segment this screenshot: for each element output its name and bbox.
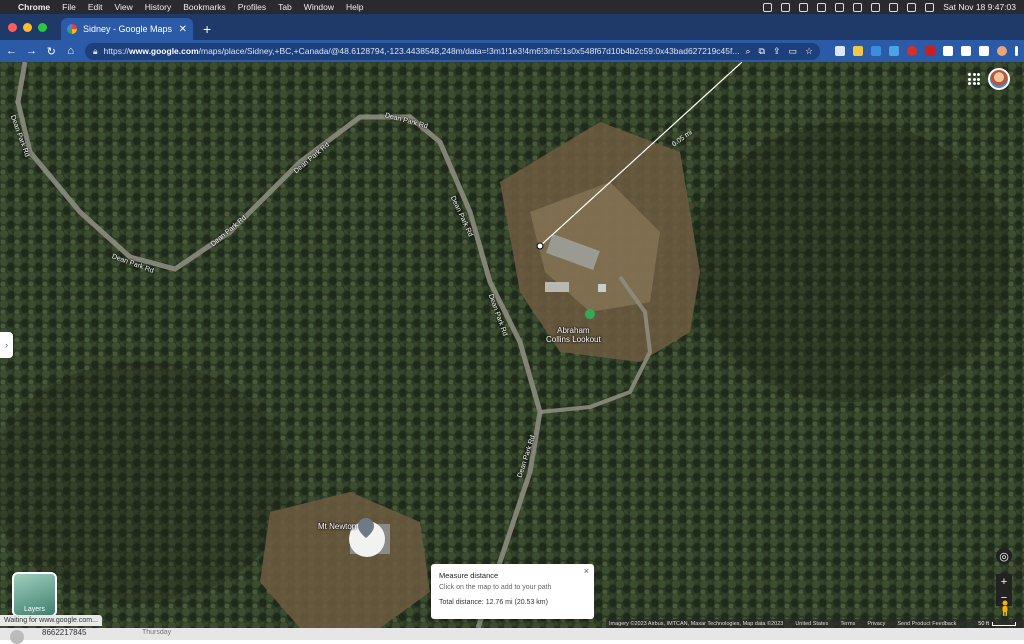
menu-edit[interactable]: Edit	[88, 2, 103, 12]
mac-menu-bar: Chrome File Edit View History Bookmarks …	[0, 0, 1024, 14]
install-icon[interactable]: ⧉	[759, 46, 765, 57]
scale-label: 50 ft	[978, 620, 989, 627]
back-button[interactable]: ←	[6, 45, 17, 57]
address-bar[interactable]: 🔒︎ https://www.google.com/maps/place/Sid…	[85, 42, 820, 60]
place-label-abraham-collins[interactable]: Abraham Collins Lookout	[546, 326, 601, 344]
close-window-button[interactable]	[8, 22, 17, 32]
docs-extension-icon[interactable]	[835, 46, 845, 56]
forward-button[interactable]: →	[26, 45, 37, 57]
extension-cloud-icon[interactable]	[889, 46, 899, 56]
tab-google-maps[interactable]: Sidney - Google Maps ✕	[61, 18, 193, 40]
contact-avatar	[10, 630, 24, 644]
attrib-link-united-states[interactable]: United States	[795, 621, 828, 627]
lock-icon[interactable]: 🔒︎	[93, 46, 98, 57]
headphones-icon[interactable]	[799, 2, 809, 12]
satellite-map[interactable]: Dean Park Rd Dean Park Rd Dean Park Rd D…	[0, 62, 1024, 628]
measure-total: Total distance: 12.76 mi (20.53 km)	[439, 599, 548, 606]
attrib-link-terms[interactable]: Terms	[840, 621, 855, 627]
maps-favicon-icon	[67, 24, 77, 34]
notification-icon[interactable]	[763, 2, 773, 12]
profile-avatar-icon[interactable]	[997, 46, 1007, 56]
bookmark-star-icon[interactable]: ☆	[805, 46, 813, 57]
minimize-window-button[interactable]	[23, 22, 32, 32]
menu-help[interactable]: Help	[346, 2, 363, 12]
phone-number: 8662217845	[42, 628, 87, 637]
menu-app-name[interactable]: Chrome	[18, 2, 50, 12]
menu-bookmarks[interactable]: Bookmarks	[183, 2, 226, 12]
tab-strip: Sidney - Google Maps ✕ +	[0, 14, 1024, 40]
day-label: Thursday	[142, 629, 172, 636]
window-controls	[8, 14, 47, 40]
reading-list-icon[interactable]	[961, 46, 971, 56]
maximize-window-button[interactable]	[38, 22, 47, 32]
tab-title: Sidney - Google Maps	[83, 24, 173, 34]
map-attribution: Imagery ©2023 Airbus, IMTCAN, Maxar Tech…	[606, 619, 1024, 628]
measure-title: Measure distance	[439, 571, 499, 580]
measure-hint: Click on the map to add to your path	[439, 584, 552, 591]
url-host: www.google.com	[129, 46, 199, 56]
timer-icon[interactable]	[817, 2, 827, 12]
map-scale[interactable]: 50 ft	[978, 621, 1016, 627]
url-text[interactable]: https://www.google.com/maps/place/Sidney…	[104, 46, 740, 56]
account-avatar[interactable]	[988, 68, 1010, 90]
scale-bar	[992, 621, 1016, 626]
extension-badge-icon[interactable]	[853, 46, 863, 56]
attrib-link-privacy[interactable]: Privacy	[867, 621, 885, 627]
keyboard-icon[interactable]	[871, 2, 881, 12]
place-label-mt-newton[interactable]: Mt Newton	[318, 522, 356, 531]
close-tab-icon[interactable]: ✕	[179, 24, 187, 35]
google-apps-icon[interactable]	[968, 73, 980, 85]
extension-blue-icon[interactable]	[871, 46, 881, 56]
share-icon[interactable]: ⇪	[773, 46, 781, 57]
side-panel-icon[interactable]	[979, 46, 989, 56]
zoom-in-button[interactable]: +	[996, 574, 1012, 590]
menu-history[interactable]: History	[145, 2, 171, 12]
pegman-icon[interactable]	[1000, 600, 1010, 616]
siri-icon[interactable]	[925, 2, 935, 12]
extension-red-icon[interactable]	[925, 46, 935, 56]
layers-button[interactable]: Layers	[12, 572, 57, 617]
menu-window[interactable]: Window	[304, 2, 334, 12]
menu-profiles[interactable]: Profiles	[238, 2, 266, 12]
search-page-icon[interactable]: ⌕	[745, 46, 750, 57]
extensions	[835, 46, 1018, 56]
user-icon[interactable]	[853, 2, 863, 12]
toolbar: ← → ↻ ⌂ 🔒︎ https://www.google.com/maps/p…	[0, 40, 1024, 62]
layers-label: Layers	[23, 606, 45, 613]
url-path: /maps/place/Sidney,+BC,+Canada/@48.61287…	[198, 46, 740, 56]
browser-status-bar: Waiting for www.google.com...	[0, 615, 102, 626]
control-center-icon[interactable]	[907, 2, 917, 12]
new-tab-button[interactable]: +	[203, 18, 211, 40]
chevron-right-icon: ›	[5, 340, 8, 350]
omnibox-icons: ⌕ ⧉ ⇪ ▭ ☆	[745, 46, 813, 57]
menu-view[interactable]: View	[114, 2, 132, 12]
extensions-puzzle-icon[interactable]	[943, 46, 953, 56]
menu-file[interactable]: File	[62, 2, 76, 12]
menu-tab[interactable]: Tab	[278, 2, 292, 12]
measure-point	[536, 242, 544, 250]
search-icon[interactable]	[889, 2, 899, 12]
adblock-extension-icon[interactable]	[907, 46, 917, 56]
chrome-menu-icon[interactable]	[1015, 46, 1018, 56]
background-window-strip: 8662217845 Thursday	[0, 628, 1024, 644]
close-measure-button[interactable]: ×	[584, 566, 589, 576]
satellite-imagery[interactable]	[0, 62, 1024, 628]
location-target-icon: ◎	[999, 550, 1009, 563]
map-controls: ◎ + −	[996, 548, 1012, 606]
menu-clock[interactable]: Sat Nov 18 9:47:03	[943, 2, 1016, 12]
reload-button[interactable]: ↻	[46, 45, 57, 58]
imagery-credit: Imagery ©2023 Airbus, IMTCAN, Maxar Tech…	[609, 620, 784, 627]
my-location-button[interactable]: ◎	[996, 548, 1012, 564]
sidebar-icon[interactable]: ▭	[789, 46, 798, 57]
attrib-link-feedback[interactable]: Send Product Feedback	[897, 621, 956, 627]
measure-distance-panel: × Measure distance Click on the map to a…	[431, 564, 594, 619]
play-icon[interactable]	[781, 2, 791, 12]
park-marker-icon	[585, 309, 595, 319]
wifi-icon[interactable]	[835, 2, 845, 12]
url-prefix: https://	[103, 46, 130, 56]
home-button[interactable]: ⌂	[66, 45, 77, 57]
status-icons: Sat Nov 18 9:47:03	[763, 2, 1016, 12]
collapse-side-panel-button[interactable]: ›	[0, 332, 13, 358]
